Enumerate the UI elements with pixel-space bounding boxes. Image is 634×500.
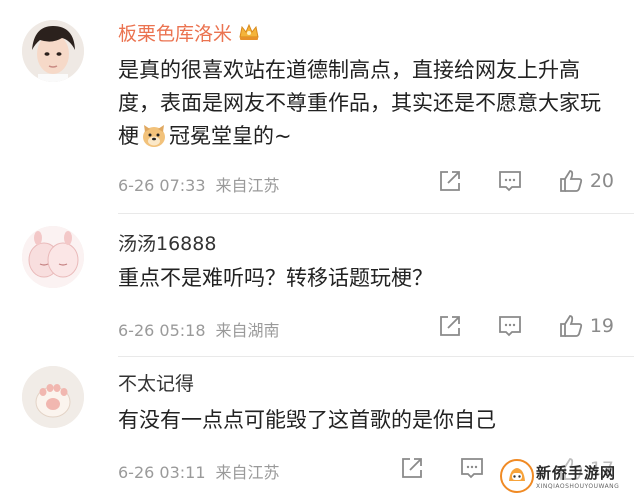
divider: [118, 356, 634, 357]
thumbs-up-icon: [559, 315, 582, 337]
comment-source: 来自江苏: [215, 176, 280, 195]
avatar[interactable]: [22, 226, 84, 288]
share-button[interactable]: [400, 456, 424, 480]
comment-meta: 6-26 03:11 来自江苏: [118, 459, 280, 483]
comment-actions: 20: [438, 168, 614, 194]
watermark-logo-icon: [500, 459, 534, 493]
watermark-main: 新侨手游网: [536, 464, 617, 482]
like-count: 20: [589, 170, 614, 192]
like-count: 19: [589, 315, 614, 337]
comment-button[interactable]: [498, 314, 522, 338]
comment-source: 来自江苏: [215, 463, 280, 482]
username[interactable]: 汤汤16888: [118, 232, 216, 256]
avatar[interactable]: [22, 366, 84, 428]
comment-actions: 19: [438, 313, 614, 339]
comment-text-part: 冠冕堂皇的~: [169, 124, 292, 148]
share-button[interactable]: [438, 314, 462, 338]
watermark-text: 新侨手游网 XINQIAOSHOUYOUWANG: [536, 462, 619, 490]
share-icon: [439, 316, 460, 336]
site-watermark: 新侨手游网 XINQIAOSHOUYOUWANG: [500, 456, 628, 496]
comment-icon: [498, 171, 521, 192]
comment-text: 重点不是难听吗？转移话题玩梗？: [118, 266, 433, 290]
thumbs-up-icon: [559, 170, 582, 192]
comment-text: 有没有一点点可能毁了这首歌的是你自己: [118, 408, 496, 432]
comment-icon: [498, 316, 521, 337]
username[interactable]: 不太记得: [118, 372, 194, 396]
avatar[interactable]: [22, 20, 84, 82]
comment-button[interactable]: [498, 169, 522, 193]
comment-actions: [400, 456, 484, 480]
share-icon: [402, 458, 422, 478]
username[interactable]: 板栗色库洛米: [118, 22, 260, 48]
doge-emoji: [141, 124, 167, 158]
like-button[interactable]: 19: [558, 313, 614, 339]
share-button[interactable]: [438, 169, 462, 193]
divider: [118, 213, 634, 214]
comment-button[interactable]: [460, 456, 484, 480]
comment-meta: 6-26 07:33 来自江苏: [118, 172, 280, 196]
comment-date: 6-26 03:11: [118, 463, 206, 482]
watermark-sub: XINQIAOSHOUYOUWANG: [536, 483, 620, 490]
comment-text: 是真的很喜欢站在道德制高点，直接给网友上升高度，表面是网友不尊重作品，其实还是不…: [118, 54, 618, 158]
comment-date: 6-26 07:33: [118, 176, 206, 195]
comment-icon: [461, 458, 483, 479]
comment-date: 6-26 05:18: [118, 321, 206, 340]
like-button[interactable]: 20: [558, 168, 614, 194]
share-icon: [439, 171, 460, 191]
crown-icon: [238, 22, 260, 48]
comment-meta: 6-26 05:18 来自湖南: [118, 317, 280, 341]
username-text[interactable]: 板栗色库洛米: [118, 23, 232, 45]
comment-source: 来自湖南: [215, 321, 280, 340]
